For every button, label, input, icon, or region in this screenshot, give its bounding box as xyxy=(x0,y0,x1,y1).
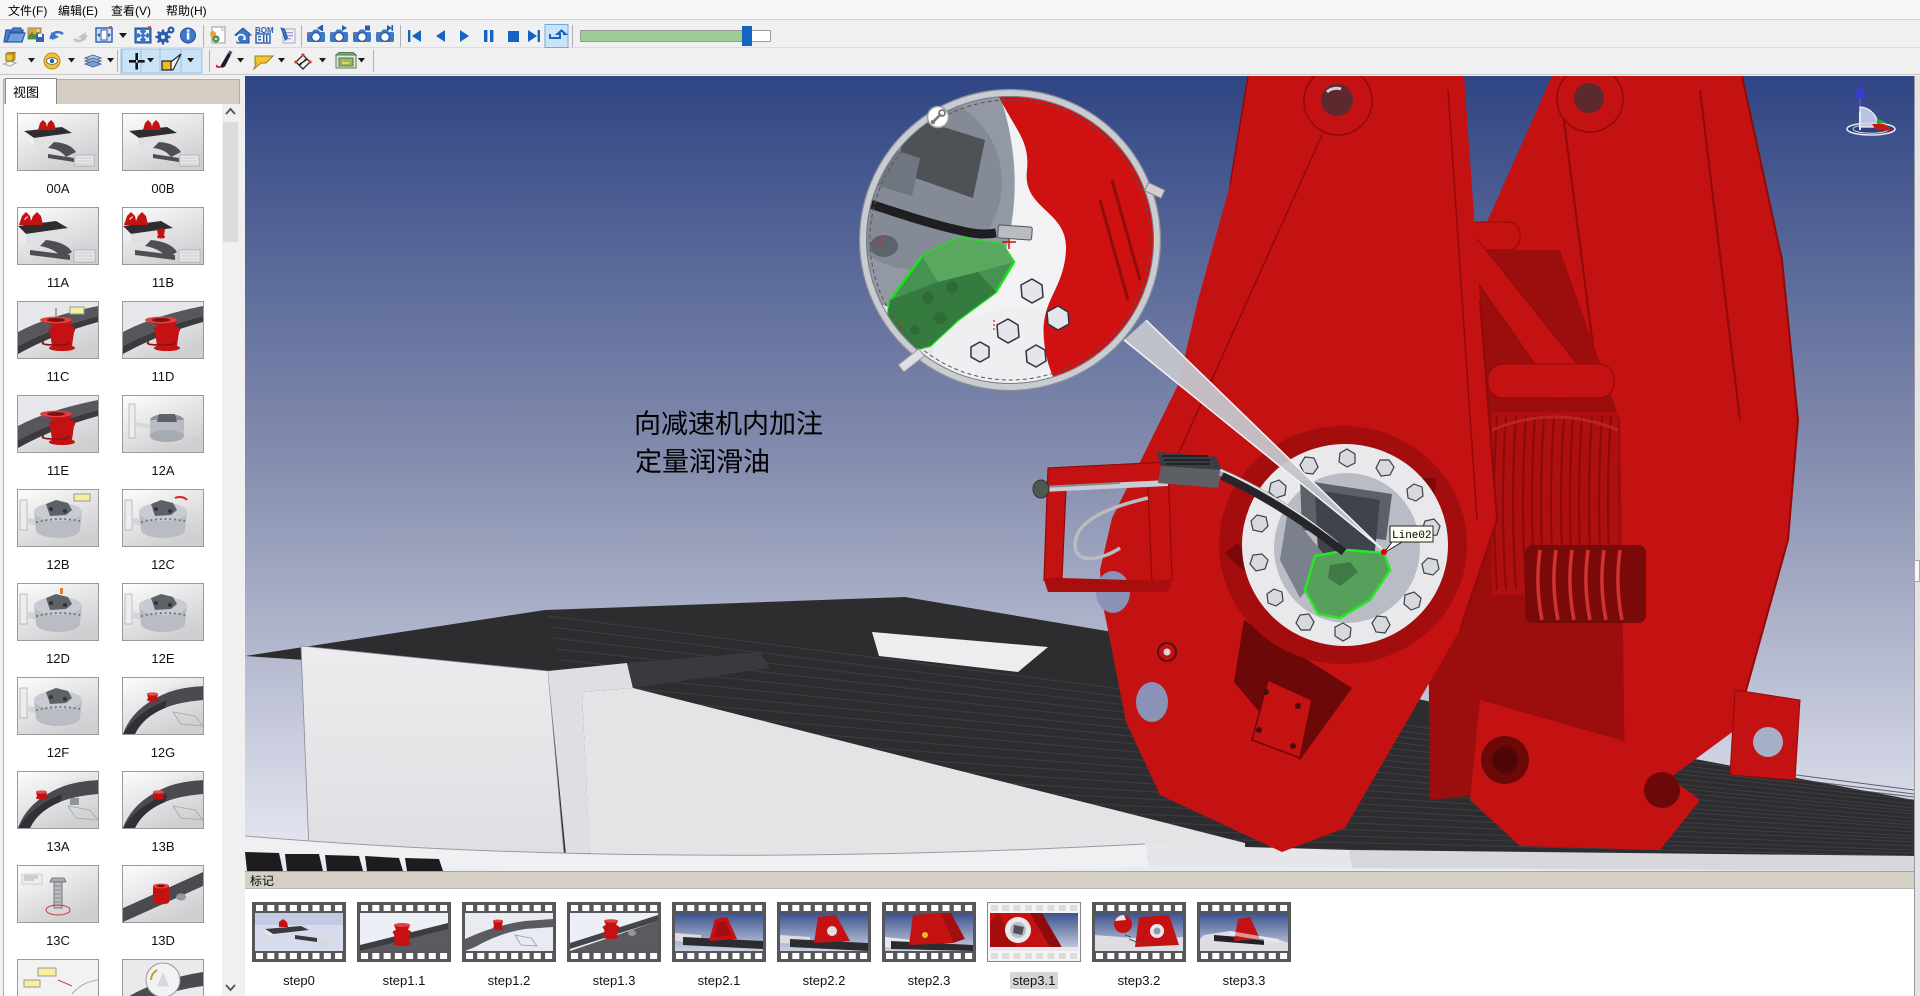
svg-text:(E): (E) xyxy=(82,4,98,18)
svg-text:Line02: Line02 xyxy=(1392,530,1432,542)
svg-text:(V): (V) xyxy=(135,4,151,18)
svg-text:(F): (F) xyxy=(32,4,47,18)
svg-text:(H): (H) xyxy=(190,4,207,18)
